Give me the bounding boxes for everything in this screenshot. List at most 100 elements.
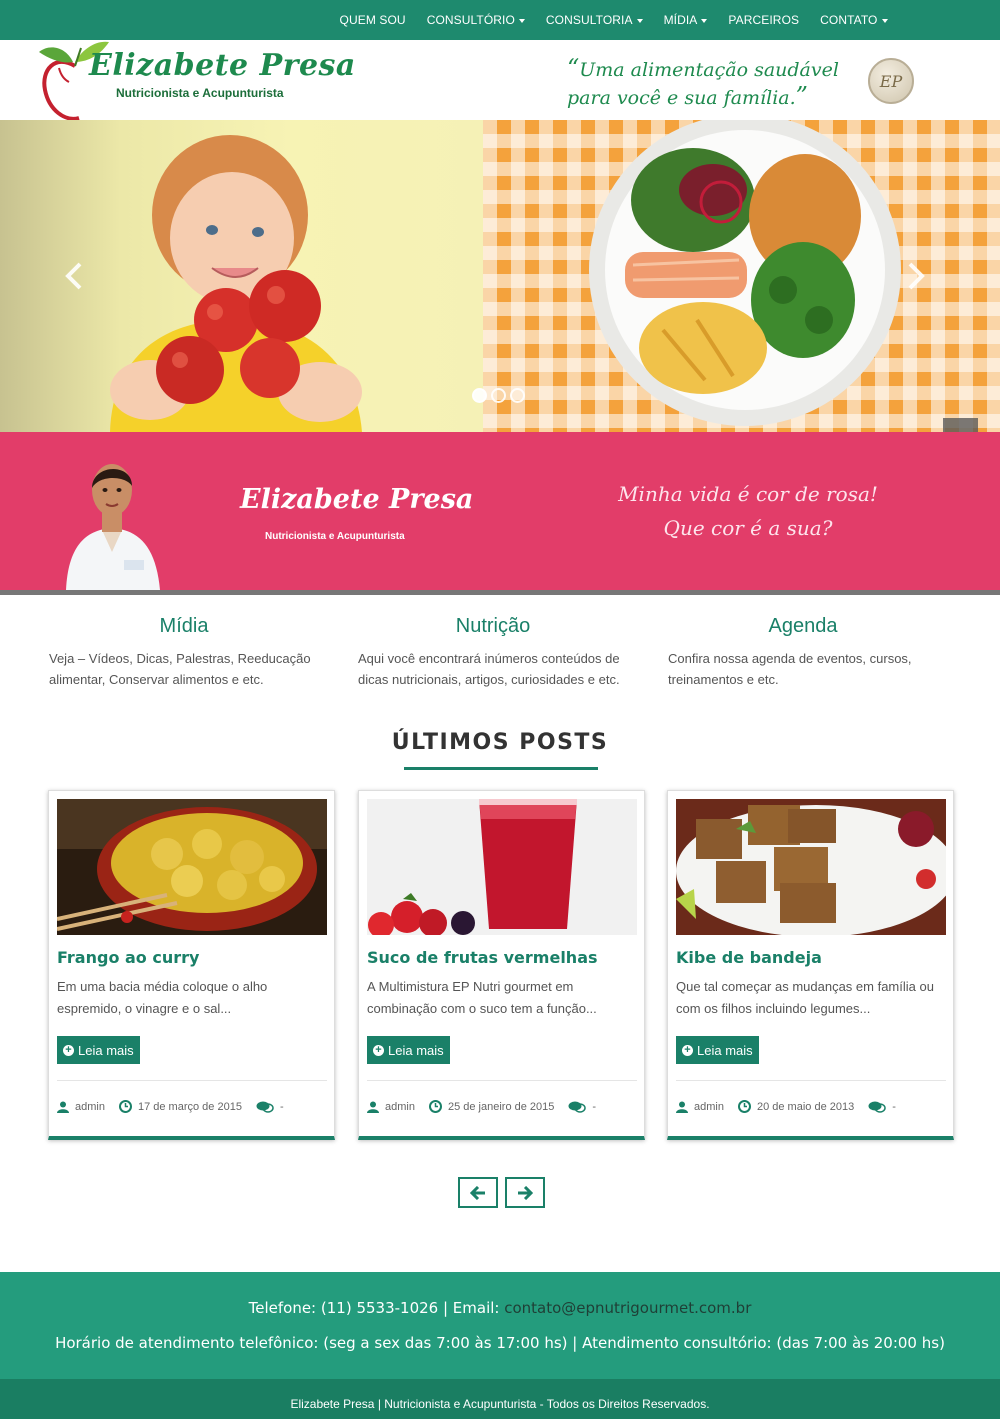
- card-divider: [676, 1080, 946, 1081]
- footer-hours: Horário de atendimento telefônico: (seg …: [55, 1334, 945, 1352]
- carousel-dot-2[interactable]: [491, 388, 506, 403]
- post-excerpt: Em uma bacia média coloque o alho esprem…: [57, 979, 268, 1016]
- posts-prev-button[interactable]: [458, 1177, 498, 1208]
- footer-contact: Telefone: (11) 5533-1026 | Email: contat…: [0, 1299, 1000, 1317]
- post-comments[interactable]: -: [280, 1101, 284, 1113]
- hero-carousel[interactable]: [0, 120, 1000, 432]
- kibe-illustration: [676, 799, 946, 935]
- latest-posts-heading: ÚLTIMOS POSTS: [391, 730, 609, 755]
- comments-icon: [256, 1101, 274, 1113]
- logo-title: Elizabete Presa: [89, 48, 356, 83]
- brand-seal: EP: [868, 58, 914, 104]
- carousel-dot-1[interactable]: [472, 388, 487, 403]
- open-quote-icon: “: [567, 54, 580, 82]
- caret-down-icon: [636, 18, 643, 23]
- banner-subtitle: Nutricionista e Acupunturista: [265, 531, 405, 542]
- feature-text: Confira nossa agenda de eventos, cursos,…: [668, 651, 912, 687]
- nav-item-consultorio[interactable]: CONSULTÓRIO: [416, 13, 535, 27]
- post-date: 25 de janeiro de 2015: [447, 1100, 555, 1113]
- user-icon: [367, 1101, 379, 1113]
- post-meta: admin 17 de março de 2015 -: [57, 1100, 284, 1113]
- post-date: 20 de maio de 2013: [756, 1100, 855, 1113]
- post-title[interactable]: Frango ao curry: [57, 948, 199, 967]
- profile-banner: Elizabete Presa Nutricionista e Acupuntu…: [0, 432, 1000, 590]
- post-excerpt: Que tal começar as mudanças em família o…: [676, 979, 934, 1016]
- nav-label: CONSULTÓRIO: [426, 13, 515, 27]
- plus-circle-icon: +: [682, 1044, 693, 1056]
- post-image-curry-chicken[interactable]: [57, 799, 327, 935]
- post-meta: admin 20 de maio de 2013 -: [676, 1100, 896, 1113]
- top-navigation: QUEM SOU CONSULTÓRIO CONSULTORIA MÍDIA P…: [0, 0, 1000, 40]
- juice-illustration: [367, 799, 637, 935]
- nav-item-parceiros[interactable]: PARCEIROS: [718, 13, 810, 27]
- banner-divider: [0, 590, 1000, 595]
- nav-item-contato[interactable]: CONTATO: [810, 13, 898, 27]
- card-divider: [367, 1080, 637, 1081]
- carousel-next-arrow-icon[interactable]: [904, 260, 928, 292]
- post-excerpt: A Multimistura EP Nutri gourmet em combi…: [367, 979, 597, 1016]
- post-author[interactable]: admin: [694, 1101, 724, 1113]
- post-title[interactable]: Kibe de bandeja: [676, 948, 822, 967]
- footer-email-link[interactable]: contato@epnutrigourmet.com.br: [504, 1299, 751, 1317]
- arrow-right-icon: [518, 1185, 533, 1200]
- banner-quote-line-2: Que cor é a sua?: [663, 516, 833, 540]
- nav-item-consultoria[interactable]: CONSULTORIA: [535, 13, 653, 27]
- clock-icon: [428, 1100, 442, 1113]
- heading-underline: [404, 767, 598, 770]
- feature-agenda[interactable]: Agenda Confira nossa agenda de eventos, …: [668, 615, 938, 690]
- header-slogan: “Uma alimentação saudável para você e su…: [567, 55, 857, 111]
- carousel-dot-3[interactable]: [510, 388, 525, 403]
- post-card: Suco de frutas vermelhas A Multimistura …: [358, 790, 645, 1140]
- scroll-to-top-tab[interactable]: [943, 418, 978, 432]
- nav-label: MÍDIA: [663, 13, 698, 27]
- post-image-kibe[interactable]: [676, 799, 946, 935]
- feature-nutricao[interactable]: Nutrição Aqui você encontrará inúmeros c…: [358, 615, 628, 690]
- logo-subtitle: Nutricionista e Acupunturista: [116, 86, 284, 100]
- feature-title: Agenda: [768, 615, 838, 637]
- site-header: Elizabete Presa Nutricionista e Acupuntu…: [0, 40, 1000, 121]
- feature-title: Mídia: [159, 615, 209, 637]
- curry-dish-illustration: [57, 799, 327, 935]
- caret-down-icon: [518, 18, 525, 23]
- feature-midia[interactable]: Mídia Veja – Vídeos, Dicas, Palestras, R…: [49, 615, 319, 690]
- post-meta: admin 25 de janeiro de 2015 -: [367, 1100, 596, 1113]
- nav-item-quem-sou[interactable]: QUEM SOU: [329, 13, 416, 27]
- read-more-label: Leia mais: [388, 1042, 444, 1058]
- post-image-red-fruit-juice[interactable]: [367, 799, 637, 935]
- plus-circle-icon: +: [63, 1044, 74, 1056]
- carousel-prev-arrow-icon[interactable]: [62, 260, 86, 292]
- arrow-left-icon: [470, 1185, 485, 1200]
- nav-label: QUEM SOU: [339, 13, 406, 27]
- post-author[interactable]: admin: [385, 1101, 415, 1113]
- nav-label: CONTATO: [820, 13, 878, 27]
- nav-item-midia[interactable]: MÍDIA: [653, 13, 718, 27]
- post-author[interactable]: admin: [75, 1101, 105, 1113]
- posts-next-button[interactable]: [505, 1177, 545, 1208]
- post-card: Frango ao curry Em uma bacia média coloq…: [48, 790, 335, 1140]
- read-more-label: Leia mais: [697, 1042, 753, 1058]
- feature-text: Veja – Vídeos, Dicas, Palestras, Reeduca…: [49, 651, 311, 687]
- post-title[interactable]: Suco de frutas vermelhas: [367, 948, 598, 967]
- carousel-indicators: [472, 388, 525, 403]
- read-more-label: Leia mais: [78, 1042, 134, 1058]
- clock-icon: [118, 1100, 132, 1113]
- close-quote-icon: ”: [795, 82, 808, 110]
- post-comments[interactable]: -: [592, 1101, 596, 1113]
- caret-down-icon: [701, 18, 708, 23]
- post-comments[interactable]: -: [892, 1101, 896, 1113]
- comments-icon: [568, 1101, 587, 1113]
- banner-name: Elizabete Presa: [240, 484, 474, 515]
- slogan-line-1: Uma alimentação saudável: [579, 59, 839, 81]
- user-icon: [676, 1101, 688, 1113]
- read-more-button[interactable]: + Leia mais: [57, 1036, 140, 1064]
- caret-down-icon: [881, 18, 888, 23]
- nutritionist-portrait: [66, 464, 160, 590]
- copyright-bar: Elizabete Presa | Nutricionista e Acupun…: [0, 1379, 1000, 1419]
- read-more-button[interactable]: + Leia mais: [676, 1036, 759, 1064]
- footer-phone: Telefone: (11) 5533-1026 | Email:: [248, 1299, 505, 1317]
- site-logo[interactable]: Elizabete Presa Nutricionista e Acupuntu…: [35, 40, 356, 121]
- banner-quote-line-1: Minha vida é cor de rosa!: [618, 482, 878, 506]
- read-more-button[interactable]: + Leia mais: [367, 1036, 450, 1064]
- nav-label: PARCEIROS: [728, 13, 800, 27]
- banner-quote: Minha vida é cor de rosa! Que cor é a su…: [608, 477, 888, 545]
